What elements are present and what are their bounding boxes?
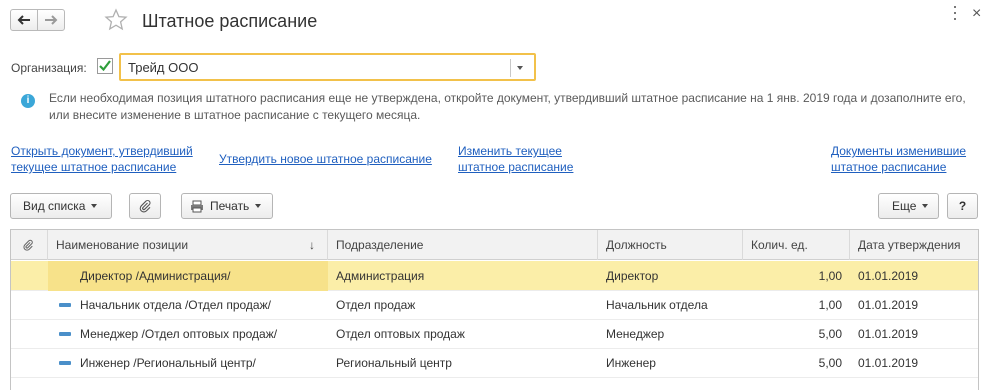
cell-date: 01.01.2019 — [858, 356, 919, 370]
cell-date: 01.01.2019 — [858, 269, 919, 283]
approve-new-schedule-link[interactable]: Утвердить новое штатное расписание — [219, 151, 432, 167]
info-message: Если необходимая позиция штатного распис… — [49, 91, 966, 122]
cell-name: Инженер /Региональный центр/ — [80, 356, 256, 370]
cell-units: 5,00 — [818, 356, 842, 370]
cell-date: 01.01.2019 — [858, 327, 919, 341]
organization-checkbox[interactable] — [97, 58, 113, 74]
change-current-schedule-link[interactable]: Изменить текущее штатное расписание — [458, 143, 573, 175]
column-header-units[interactable]: Колич. ед. — [743, 230, 850, 260]
column-header-date[interactable]: Дата утверждения — [850, 230, 978, 260]
cell-department: Отдел продаж — [336, 298, 416, 312]
staff-schedule-table: Наименование позиции ↓ Подразделение Дол… — [10, 229, 979, 390]
info-icon: i — [21, 94, 35, 108]
print-button[interactable]: Печать — [181, 193, 273, 219]
cell-date: 01.01.2019 — [858, 298, 919, 312]
column-header-name[interactable]: Наименование позиции ↓ — [48, 230, 328, 260]
arrow-right-icon — [45, 15, 58, 25]
column-header-department[interactable]: Подразделение — [328, 230, 598, 260]
sort-arrow-icon: ↓ — [309, 238, 315, 252]
link-line: Открыть документ, утвердивший — [11, 144, 193, 158]
view-list-button[interactable]: Вид списка — [10, 193, 112, 219]
favorite-button[interactable] — [104, 8, 128, 35]
column-header-position[interactable]: Должность — [598, 230, 743, 260]
cell-department: Отдел оптовых продаж — [336, 327, 465, 341]
changing-documents-link[interactable]: Документы изменившие штатное расписание — [831, 143, 966, 175]
cell-units: 1,00 — [818, 269, 842, 283]
table-row[interactable]: Начальник отдела /Отдел продаж/ Отдел пр… — [11, 290, 978, 320]
cell-department: Администрация — [336, 269, 425, 283]
chevron-down-icon[interactable] — [517, 66, 523, 70]
cell-department: Региональный центр — [336, 356, 452, 370]
printer-icon — [191, 200, 203, 212]
more-button[interactable]: Еще — [878, 193, 939, 219]
link-line: Изменить текущее — [458, 144, 562, 158]
cell-position: Начальник отдела — [606, 298, 708, 312]
organization-value: Трейд ООО — [128, 60, 199, 75]
table-row[interactable]: Менеджер /Отдел оптовых продаж/ Отдел оп… — [11, 319, 978, 349]
chevron-down-icon — [255, 204, 262, 208]
more-label: Еще — [892, 199, 917, 213]
close-icon[interactable]: × — [972, 5, 981, 23]
back-button[interactable] — [10, 9, 38, 31]
link-line: текущее штатное расписание — [11, 160, 177, 174]
help-button[interactable]: ? — [947, 193, 978, 219]
view-list-label: Вид списка — [23, 199, 86, 213]
paperclip-icon — [23, 239, 33, 251]
cell-position: Директор — [606, 269, 659, 283]
arrow-left-icon — [17, 15, 30, 25]
link-line: Документы изменившие — [831, 144, 967, 158]
page-title: Штатное расписание — [142, 11, 318, 31]
link-line: штатное расписание — [458, 160, 574, 174]
column-header-label: Наименование позиции — [56, 238, 189, 252]
organization-field[interactable]: Трейд ООО — [119, 53, 536, 81]
table-row[interactable]: Директор /Администрация/ Администрация Д… — [11, 261, 978, 291]
checkmark-icon — [99, 60, 111, 72]
cell-position: Менеджер — [606, 327, 665, 341]
field-divider — [510, 59, 511, 77]
chevron-down-icon — [91, 204, 98, 208]
organization-label: Организация: — [11, 61, 87, 75]
open-approving-document-link[interactable]: Открыть документ, утвердивший текущее шт… — [11, 143, 193, 175]
more-dots-icon[interactable] — [950, 6, 960, 20]
cell-units: 5,00 — [818, 327, 842, 341]
cell-name: Менеджер /Отдел оптовых продаж/ — [80, 327, 278, 341]
attach-button[interactable] — [129, 193, 161, 219]
attachment-column-header[interactable] — [11, 230, 48, 260]
link-line: штатное расписание — [831, 160, 947, 174]
cell-position: Инженер — [606, 356, 656, 370]
star-icon — [104, 8, 128, 31]
print-label: Печать — [210, 199, 250, 213]
cell-name: Директор /Администрация/ — [48, 261, 328, 291]
table-row[interactable]: Инженер /Региональный центр/ Региональны… — [11, 348, 978, 378]
paperclip-icon — [139, 200, 151, 213]
cell-name: Начальник отдела /Отдел продаж/ — [80, 298, 271, 312]
forward-button[interactable] — [37, 9, 65, 31]
table-header: Наименование позиции ↓ Подразделение Дол… — [11, 230, 978, 260]
cell-units: 1,00 — [818, 298, 842, 312]
chevron-down-icon — [922, 204, 929, 208]
